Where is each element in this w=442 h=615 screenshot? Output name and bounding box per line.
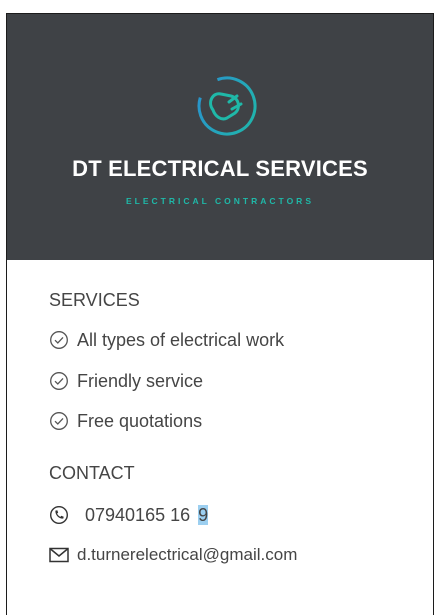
check-circle-icon	[50, 412, 68, 430]
service-item-label: All types of electrical work	[77, 329, 285, 350]
phone-number-text[interactable]: 07940165 16	[85, 505, 190, 525]
service-item: All types of electrical work	[49, 327, 284, 353]
check-circle-icon	[50, 331, 68, 349]
email-address[interactable]: d.turnerelectrical@gmail.com	[77, 545, 297, 565]
service-item-label: Free quotations	[77, 410, 203, 431]
phone-icon	[49, 505, 69, 525]
check-circle-icon	[50, 372, 68, 390]
card-header: DT ELECTRICAL SERVICES ELECTRICAL CONTRA…	[7, 14, 433, 260]
service-item: Friendly service	[49, 368, 203, 394]
company-name: DT ELECTRICAL SERVICES	[72, 156, 368, 181]
text-selection-highlight[interactable]: 9	[198, 504, 209, 525]
phone-number[interactable]: 07940165 16 9	[77, 504, 209, 526]
services-heading: SERVICES	[49, 290, 140, 310]
service-item: Free quotations	[49, 408, 202, 434]
business-card: DT ELECTRICAL SERVICES ELECTRICAL CONTRA…	[6, 13, 434, 615]
service-item-label: Friendly service	[77, 370, 204, 391]
plug-icon	[197, 76, 257, 136]
email-row[interactable]: d.turnerelectrical@gmail.com	[49, 542, 297, 568]
phone-row[interactable]: 07940165 16 9	[49, 502, 209, 528]
envelope-icon	[49, 547, 69, 563]
contact-heading: CONTACT	[49, 463, 135, 483]
company-tagline: ELECTRICAL CONTRACTORS	[126, 196, 314, 206]
